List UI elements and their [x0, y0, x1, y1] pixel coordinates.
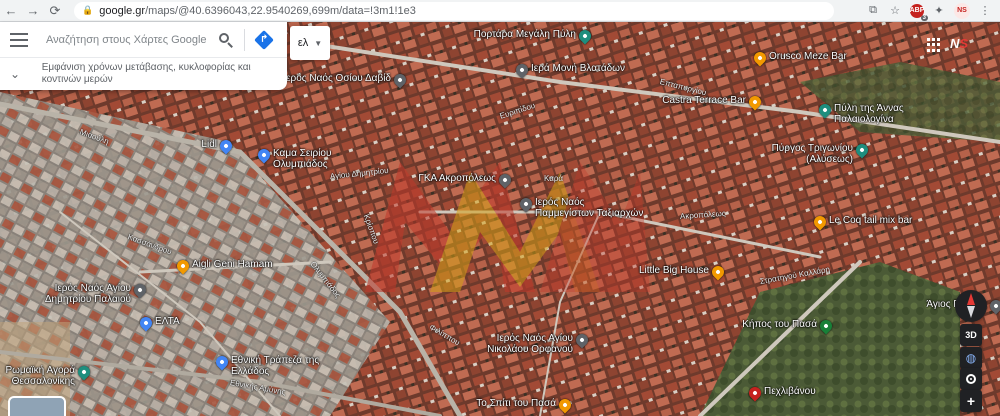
- adblock-extension-icon[interactable]: ABP 3: [909, 3, 928, 21]
- browser-toolbar: ← → ⟳ 🔒 google.gr/maps/@40.6396043,22.95…: [0, 0, 1000, 22]
- extension-area: ⧉ ☆ ABP 3 ✦ NS ⋮: [866, 2, 1000, 21]
- caret-down-icon: ▼: [314, 38, 323, 48]
- arrow-right-icon[interactable]: →: [22, 0, 44, 22]
- zoom-in-button[interactable]: +: [960, 390, 982, 412]
- layers-toggle[interactable]: [8, 396, 66, 416]
- poi-label[interactable]: Ιερός Ναός Αγίου Δημητρίου Παλαιού: [21, 283, 131, 305]
- kebab-menu-icon[interactable]: ⋮: [978, 4, 992, 18]
- transit-info-row[interactable]: ⌄ Εμφάνιση χρόνων μετάβασης, κυκλοφορίας…: [0, 58, 287, 90]
- tab-search-icon[interactable]: ⧉: [866, 4, 880, 18]
- my-location-icon[interactable]: [960, 368, 982, 390]
- language-label: ελ: [297, 37, 309, 49]
- arrow-left-icon[interactable]: ←: [0, 0, 22, 22]
- poi-label[interactable]: Little Big House: [639, 265, 709, 276]
- poi-label[interactable]: Πεχλιβάνου: [764, 386, 816, 397]
- poi-label[interactable]: Εθνική Τράπεζα της Ελλάδος: [231, 355, 341, 377]
- address-path: /maps/@40.6396043,22.9540269,699m/data=!…: [145, 4, 416, 17]
- poi-label[interactable]: Καμα Σειρίου Ολυμπιάδος: [273, 148, 383, 170]
- street-label: Καρά: [544, 174, 564, 183]
- poi-label[interactable]: Ιερά Μονή Βλατάδων: [531, 63, 625, 74]
- lock-icon: 🔒: [82, 5, 94, 15]
- poi-label[interactable]: Το Σπίτι του Πασά: [476, 398, 556, 409]
- adblock-count: 3: [920, 14, 928, 21]
- search-divider: [244, 28, 245, 51]
- chevron-down-icon[interactable]: ⌄: [10, 67, 24, 81]
- poi-label[interactable]: Le Coq tail mix bar: [829, 215, 912, 226]
- account-mark[interactable]: NS: [950, 36, 978, 54]
- language-button[interactable]: ελ ▼: [290, 26, 330, 60]
- profile-avatar[interactable]: NS: [954, 2, 970, 19]
- directions-icon[interactable]: ↱: [254, 29, 274, 50]
- search-row: ↱: [0, 22, 287, 58]
- search-input[interactable]: [46, 33, 208, 46]
- poi-label[interactable]: Ιερός Ναός Αγίου Νικολάου Ορφανού: [463, 333, 573, 355]
- search-icon[interactable]: [218, 32, 234, 48]
- poi-label[interactable]: Πύργος Τριγωνίου (Αλύσεως): [743, 143, 853, 165]
- puzzle-extensions-icon[interactable]: ✦: [932, 4, 946, 18]
- poi-label[interactable]: ΕΛΤΑ: [155, 316, 180, 327]
- globe-icon[interactable]: ◍: [960, 347, 982, 369]
- account-mark-prefix: N: [950, 36, 960, 51]
- google-apps-icon[interactable]: [927, 38, 941, 52]
- poi-label[interactable]: Aigli Geni Hamam: [192, 259, 273, 270]
- compass-icon[interactable]: [955, 290, 987, 322]
- tilt-3d-button[interactable]: 3D: [960, 324, 982, 346]
- poi-label[interactable]: Ρωμαϊκή Αγορά Θεσσαλονίκης: [0, 365, 75, 387]
- poi-label[interactable]: Orusco Meze Bar: [769, 51, 847, 62]
- bookmark-star-icon[interactable]: ☆: [888, 4, 902, 18]
- search-panel: ↱ ⌄ Εμφάνιση χρόνων μετάβασης, κυκλοφορί…: [0, 22, 287, 90]
- adblock-label: ABP: [909, 7, 925, 14]
- address-host: google.gr: [99, 4, 146, 17]
- poi-label[interactable]: ΓΚΑ Ακροπόλεως: [418, 173, 496, 184]
- poi-label[interactable]: Ιερός Ναός Οσίου Δαβίδ: [281, 73, 391, 84]
- poi-label[interactable]: Lidl: [201, 139, 217, 150]
- account-mark-accent: S: [959, 36, 969, 51]
- reload-icon[interactable]: ⟳: [44, 0, 66, 22]
- poi-label[interactable]: Castra Terrace Bar: [662, 95, 746, 106]
- poi-label[interactable]: Πύλη της Άννας Παλαιολογίνα: [834, 103, 944, 125]
- transit-info-text: Εμφάνιση χρόνων μετάβασης, κυκλοφορίας κ…: [41, 62, 251, 85]
- poi-label[interactable]: Ιερός Ναός Παμμεγίστων Ταξιαρχών: [535, 197, 645, 219]
- poi-label[interactable]: Κήπος του Πασά: [742, 319, 817, 330]
- poi-label[interactable]: Πορτάρα Μεγάλη Πύλη: [474, 29, 576, 40]
- address-bar[interactable]: 🔒 google.gr/maps/@40.6396043,22.9540269,…: [74, 1, 834, 20]
- hamburger-menu-icon[interactable]: [10, 32, 28, 47]
